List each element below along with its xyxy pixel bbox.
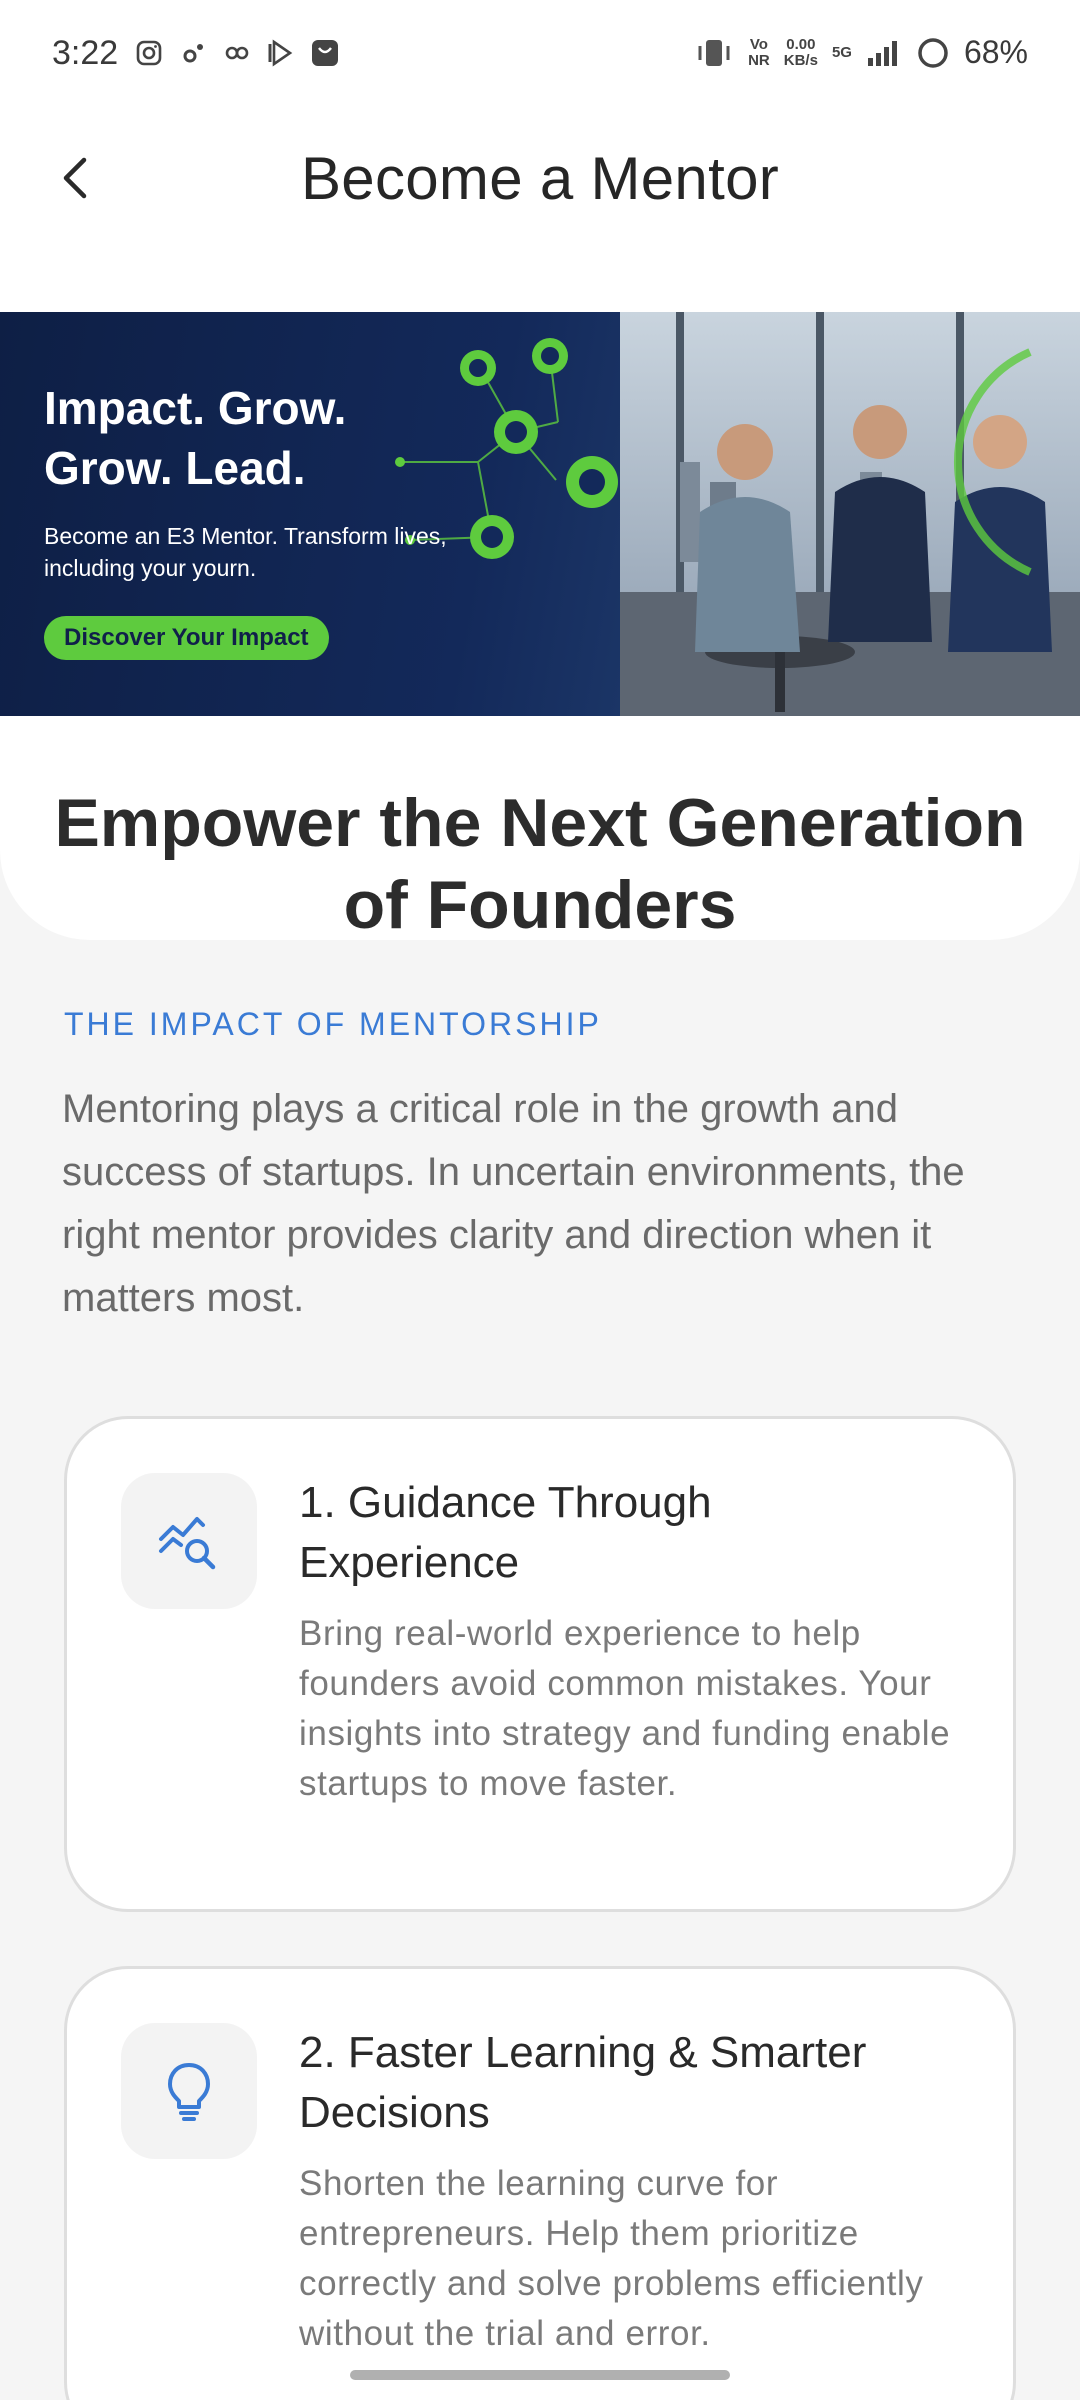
- banner-headline: Impact. Grow. Grow. Lead.: [44, 382, 347, 494]
- instagram-icon: [136, 40, 162, 66]
- signal-icon: [867, 40, 897, 66]
- card-title: 1. Guidance Through Experience: [299, 1478, 712, 1587]
- play-store-icon: [268, 39, 293, 67]
- discover-impact-button[interactable]: Discover Your Impact: [44, 616, 329, 660]
- card-description: Bring real-world experience to help foun…: [299, 1614, 951, 1803]
- status-notification-icons: [134, 38, 340, 68]
- settings-gear-icon: [183, 44, 203, 63]
- shopping-bag-icon: [312, 40, 338, 66]
- home-indicator[interactable]: [350, 2370, 730, 2380]
- status-system-icons: Vo NR 0.00 KB/s 5G 68%: [694, 34, 1028, 71]
- battery-ring-icon: [918, 37, 948, 68]
- page-title: Become a Mentor: [300, 145, 780, 212]
- gears-network-graphic: [395, 338, 618, 559]
- card-title: 2. Faster Learning & Smarter Decisions: [299, 2028, 867, 2137]
- link-icon: [225, 46, 249, 60]
- card-description: Shorten the learning curve for entrepren…: [299, 2164, 924, 2353]
- hero-title: Empower the Next Generation of Founders: [54, 785, 1026, 943]
- card-icon-container: [121, 1473, 257, 1609]
- benefit-card-learning: 2. Faster Learning & Smarter Decisions S…: [64, 1966, 1016, 2400]
- card-icon-container: [121, 2023, 257, 2159]
- app-header: Become a Mentor: [0, 110, 1080, 312]
- battery-percent: 68%: [963, 34, 1028, 70]
- network-type: 5G: [831, 43, 852, 61]
- vibrate-icon: [698, 39, 730, 66]
- network-speed: 0.00 KB/s: [783, 35, 818, 69]
- section-eyebrow: THE IMPACT OF MENTORSHIP: [64, 1006, 602, 1042]
- status-time: 3:22: [52, 34, 119, 72]
- status-bar: 3:22 Vo NR 0.00 KB/s 5G 68%: [0, 0, 1080, 110]
- benefit-card-guidance: 1. Guidance Through Experience Bring rea…: [64, 1416, 1016, 1912]
- section-body: Mentoring plays a critical role in the g…: [62, 1087, 965, 1320]
- hero-heading-sheet: Empower the Next Generation of Founders: [0, 716, 1080, 943]
- banner-subtext: Become an E3 Mentor. Transform lives, in…: [44, 523, 447, 581]
- volte-indicator: Vo NR: [748, 35, 770, 69]
- chart-search-icon: [159, 1517, 216, 1570]
- lightbulb-icon: [168, 2063, 210, 2121]
- hero-banner[interactable]: Impact. Grow. Grow. Lead. Become an E3 M…: [0, 312, 1080, 716]
